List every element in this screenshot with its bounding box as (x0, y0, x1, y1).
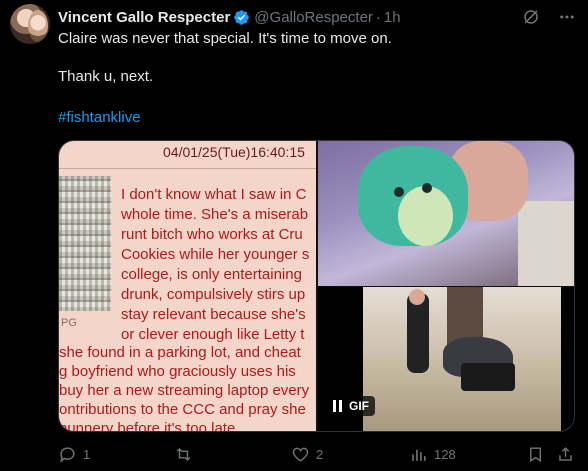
doc-line: drunk, compulsively stirs up (121, 286, 306, 303)
gif-control[interactable]: GIF (327, 396, 375, 416)
letterbox (561, 287, 574, 431)
stream-image-top[interactable] (318, 141, 574, 286)
repost-button[interactable] (174, 442, 199, 466)
person-head (409, 289, 425, 305)
doc-line: stay relevant because she's (121, 306, 306, 323)
tweet-text-line: Claire was never that special. It's time… (58, 30, 392, 47)
share-button[interactable] (556, 442, 575, 466)
timestamp[interactable]: 1h (384, 9, 401, 26)
doc-line: she found in a parking lot, and cheat (59, 344, 301, 361)
divider (59, 168, 316, 169)
doc-line: nunnery before it's too late. (59, 420, 240, 432)
plush-eye (422, 183, 432, 193)
stream-gif[interactable] (363, 287, 561, 431)
screenshot-image[interactable]: 04/01/25(Tue)16:40:15 PG I don't know wh… (59, 141, 316, 432)
author-handle[interactable]: @GalloRespecter (254, 9, 373, 26)
doc-line: runt bitch who works at Cru (121, 226, 303, 243)
doc-line: whole time. She's a miserab (121, 206, 309, 223)
media-container[interactable]: 04/01/25(Tue)16:40:15 PG I don't know wh… (58, 140, 575, 432)
separator-dot: · (375, 8, 381, 26)
author-name[interactable]: Vincent Gallo Respecter (58, 9, 230, 26)
repost-icon (176, 447, 191, 461)
grok-icon[interactable] (522, 8, 540, 26)
views-count: 128 (434, 446, 456, 462)
plush-belly (398, 186, 453, 246)
plush-eye (394, 187, 404, 197)
more-options-icon[interactable] (558, 8, 576, 26)
share-icon (559, 446, 572, 461)
pause-icon[interactable] (333, 400, 343, 412)
reply-icon (59, 446, 75, 463)
room-background (518, 201, 574, 286)
doc-line: or clever enough like Letty t (121, 326, 305, 343)
doc-thumbnail (59, 176, 111, 311)
verified-badge-icon (233, 9, 250, 26)
doc-line: buy her a new streaming laptop every (59, 382, 310, 399)
person-figure (407, 293, 429, 373)
action-bar: 1 2 128 (58, 442, 578, 466)
doc-line: Cookies while her younger s (121, 246, 310, 263)
bookmark-button[interactable] (526, 442, 545, 466)
views-button[interactable]: 128 (409, 442, 456, 466)
avatar[interactable] (10, 4, 50, 44)
table (461, 363, 515, 391)
doc-line: I don't know what I saw in C (121, 186, 307, 203)
reply-button[interactable]: 1 (58, 442, 90, 466)
like-button[interactable]: 2 (291, 442, 323, 466)
gif-label: GIF (349, 399, 369, 413)
bookmark-icon (530, 446, 541, 462)
tweet-header: Vincent Gallo Respecter @GalloRespecter … (58, 6, 576, 28)
heart-icon (292, 447, 309, 462)
doc-pg-label: PG (61, 317, 77, 329)
tweet-text-line: Thank u, next. (58, 68, 154, 85)
doc-line: ontributions to the CCC and pray she (59, 401, 306, 418)
doc-line: g boyfriend who graciously uses his (59, 363, 296, 380)
hashtag-link[interactable]: #fishtanklive (58, 108, 141, 128)
views-icon (412, 449, 426, 461)
reply-count: 1 (83, 446, 91, 462)
like-count: 2 (316, 446, 324, 462)
doc-date: 04/01/25(Tue)16:40:15 (163, 144, 305, 160)
doc-line: college, is only entertaining (121, 266, 302, 283)
